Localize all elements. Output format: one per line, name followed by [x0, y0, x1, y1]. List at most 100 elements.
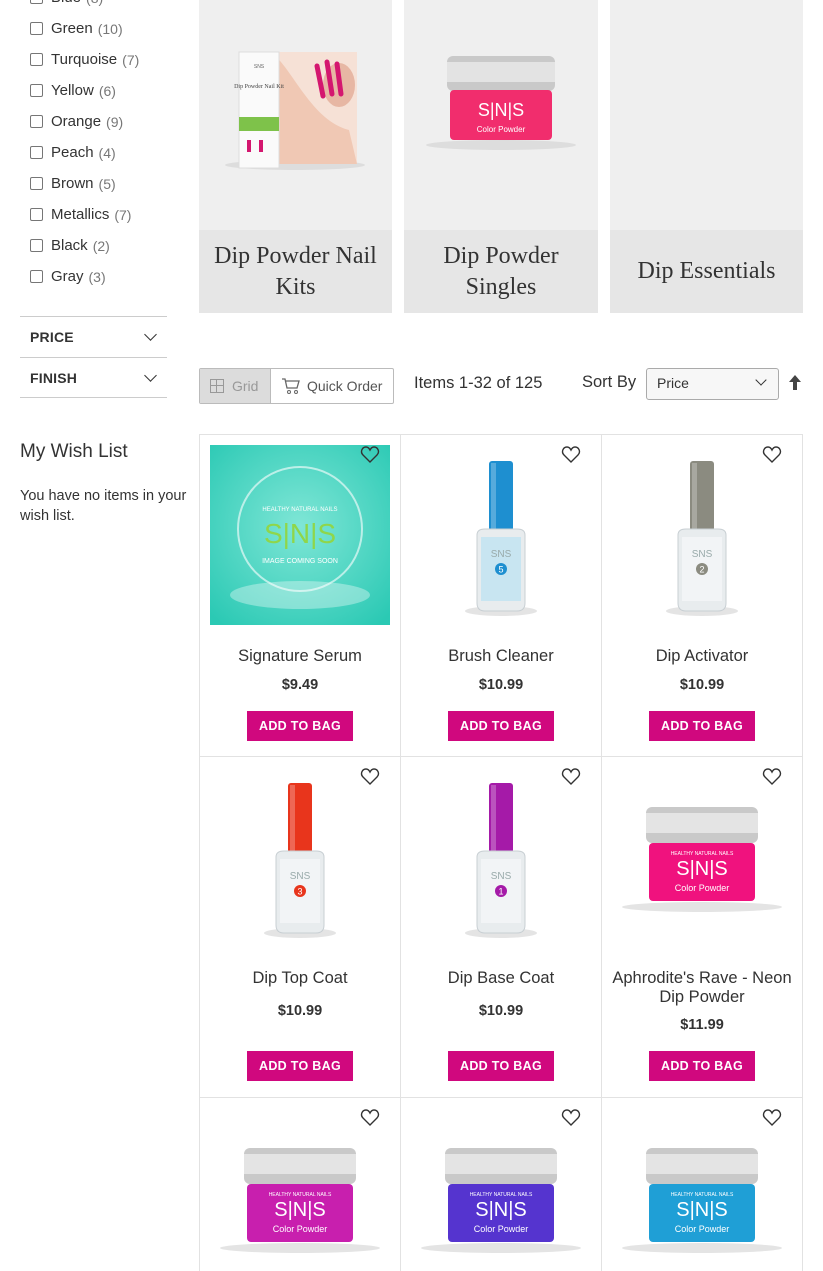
category-tile-singles[interactable]: S|N|S Color Powder Dip Powder Singles [404, 0, 598, 313]
product-image[interactable]: SNS 2 [612, 445, 792, 625]
color-filter-count: (4) [98, 144, 116, 161]
color-filter-gray[interactable]: Gray (3) [30, 261, 139, 292]
product-card[interactable]: HEALTHY NATURAL NAILS S|N|S Color Powder Ap… [601, 756, 803, 1098]
powder-jar-image: HEALTHY NATURAL NAILSS|N|S Color Powder [622, 807, 782, 912]
product-name[interactable]: Brush Cleaner [407, 647, 595, 666]
color-filter-orange[interactable]: Orange (9) [30, 106, 139, 137]
jar-logo: S|N|S [475, 1199, 527, 1221]
product-card[interactable]: HEALTHY NATURAL NAILS S|N|S Color Powder [400, 1097, 602, 1271]
checkbox[interactable] [30, 270, 43, 283]
bottle-number: 5 [498, 565, 503, 575]
checkbox[interactable] [30, 208, 43, 221]
add-to-bag-button[interactable]: ADD TO BAG [448, 711, 554, 741]
filter-finish[interactable]: FINISH [20, 357, 167, 398]
grid-icon [210, 379, 224, 393]
jar-logo: S|N|S [676, 1199, 728, 1221]
product-image[interactable]: SNS 1 [411, 767, 591, 947]
product-image[interactable]: HEALTHY NATURAL NAILS S|N|S Color Powder [411, 1108, 591, 1271]
add-to-bag-button[interactable]: ADD TO BAG [649, 711, 755, 741]
color-filter-turquoise[interactable]: Turquoise (7) [30, 44, 139, 75]
powder-jar-image: HEALTHY NATURAL NAILSS|N|S Color Powder [220, 1148, 380, 1253]
filter-finish-label: FINISH [30, 369, 78, 386]
powder-jar-image: HEALTHY NATURAL NAILSS|N|S Color Powder [622, 1148, 782, 1253]
checkbox[interactable] [30, 177, 43, 190]
heart-icon[interactable] [561, 767, 581, 787]
product-card[interactable]: SNS 1 Dip Base Coat $10.99 ADD TO BAG [400, 756, 602, 1098]
bottle-image: SNS 2 [666, 461, 738, 616]
add-to-bag-button[interactable]: ADD TO BAG [649, 1051, 755, 1081]
color-filter-label: Orange [51, 113, 102, 130]
checkbox[interactable] [30, 0, 43, 4]
bottle-image: SNS 1 [465, 783, 537, 938]
color-filter-count: (8) [86, 0, 103, 6]
product-name[interactable]: Dip Activator [608, 647, 796, 666]
kit-title: Dip Powder Nail Kit [234, 84, 284, 90]
jar-sub: Color Powder [477, 125, 526, 134]
heart-icon[interactable] [762, 445, 782, 465]
product-image[interactable]: HEALTHY NATURAL NAILS S|N|S Color Powder [612, 767, 792, 947]
category-label: Dip Essentials [610, 230, 803, 313]
product-image[interactable]: SNS 3 [210, 767, 390, 947]
category-tile-kits[interactable]: SNS Dip Powder Nail Kit Dip Powder Nail … [199, 0, 392, 313]
quick-order-button[interactable]: Quick Order [271, 369, 393, 403]
product-name[interactable]: Signature Serum [206, 647, 394, 666]
color-filter-label: Brown [51, 175, 94, 192]
color-filter-brown[interactable]: Brown (5) [30, 168, 139, 199]
filter-price[interactable]: PRICE [20, 316, 167, 357]
sort-direction-arrow-icon[interactable] [788, 374, 802, 391]
product-card[interactable]: SNS 5 Brush Cleaner $10.99 ADD TO BAG [400, 434, 602, 757]
color-filter-yellow[interactable]: Yellow (6) [30, 75, 139, 106]
color-filter-label: Yellow [51, 82, 94, 99]
product-image[interactable]: HEALTHY NATURAL NAILS S|N|S IMAGE COMING S… [210, 445, 390, 625]
color-filter-metallics[interactable]: Metallics (7) [30, 199, 139, 230]
color-filter-count: (2) [92, 237, 110, 254]
color-filter-count: (7) [122, 51, 140, 68]
checkbox[interactable] [30, 53, 43, 66]
product-card[interactable]: HEALTHY NATURAL NAILS S|N|S Color Powder [199, 1097, 401, 1271]
chevron-down-icon [144, 368, 157, 382]
checkbox[interactable] [30, 239, 43, 252]
heart-icon[interactable] [360, 1108, 380, 1128]
checkbox[interactable] [30, 146, 43, 159]
category-tile-essentials[interactable]: Dip Essentials [610, 0, 803, 313]
add-to-bag-button[interactable]: ADD TO BAG [448, 1051, 554, 1081]
product-card[interactable]: SNS 2 Dip Activator $10.99 ADD TO BAG [601, 434, 803, 757]
sort-select[interactable]: Price [646, 368, 779, 400]
jar-sub: Color Powder [675, 883, 730, 893]
heart-icon[interactable] [561, 1108, 581, 1128]
category-label: Dip Powder Nail Kits [199, 230, 392, 313]
heart-icon[interactable] [762, 1108, 782, 1128]
checkbox[interactable] [30, 22, 43, 35]
grid-view-label: Grid [232, 378, 259, 394]
product-name[interactable]: Dip Top Coat [206, 969, 394, 988]
jar-logo: S|N|S [478, 100, 524, 120]
product-card[interactable]: SNS 3 Dip Top Coat $10.99 ADD TO BAG [199, 756, 401, 1098]
product-name[interactable]: Dip Base Coat [407, 969, 595, 988]
checkbox[interactable] [30, 84, 43, 97]
color-filter-green[interactable]: Green (10) [30, 13, 139, 44]
color-filter-blue[interactable]: Blue (8) [30, 0, 139, 13]
items-count: Items 1-32 of 125 [414, 374, 543, 392]
heart-icon[interactable] [360, 767, 380, 787]
color-filter-peach[interactable]: Peach (4) [30, 137, 139, 168]
grid-view-button[interactable]: Grid [200, 369, 271, 403]
product-image[interactable]: SNS 5 [411, 445, 591, 625]
add-to-bag-button[interactable]: ADD TO BAG [247, 711, 353, 741]
heart-icon[interactable] [762, 767, 782, 787]
color-filter-black[interactable]: Black (2) [30, 230, 139, 261]
product-card[interactable]: HEALTHY NATURAL NAILS S|N|S IMAGE COMING S… [199, 434, 401, 757]
product-price: $10.99 [478, 677, 524, 693]
jar-brand: HEALTHY NATURAL NAILS [470, 1192, 533, 1198]
product-image[interactable]: HEALTHY NATURAL NAILS S|N|S Color Powder [210, 1108, 390, 1271]
category-label: Dip Powder Singles [404, 230, 598, 313]
category-image [610, 0, 803, 230]
product-card[interactable]: HEALTHY NATURAL NAILS S|N|S Color Powder [601, 1097, 803, 1271]
heart-icon[interactable] [561, 445, 581, 465]
product-image[interactable]: HEALTHY NATURAL NAILS S|N|S Color Powder [612, 1108, 792, 1271]
add-to-bag-button[interactable]: ADD TO BAG [247, 1051, 353, 1081]
color-filter-label: Black [51, 237, 88, 254]
checkbox[interactable] [30, 115, 43, 128]
product-price: $9.49 [281, 677, 319, 693]
heart-icon[interactable] [360, 445, 380, 465]
product-name[interactable]: Aphrodite's Rave - Neon Dip Powder [608, 969, 796, 1007]
